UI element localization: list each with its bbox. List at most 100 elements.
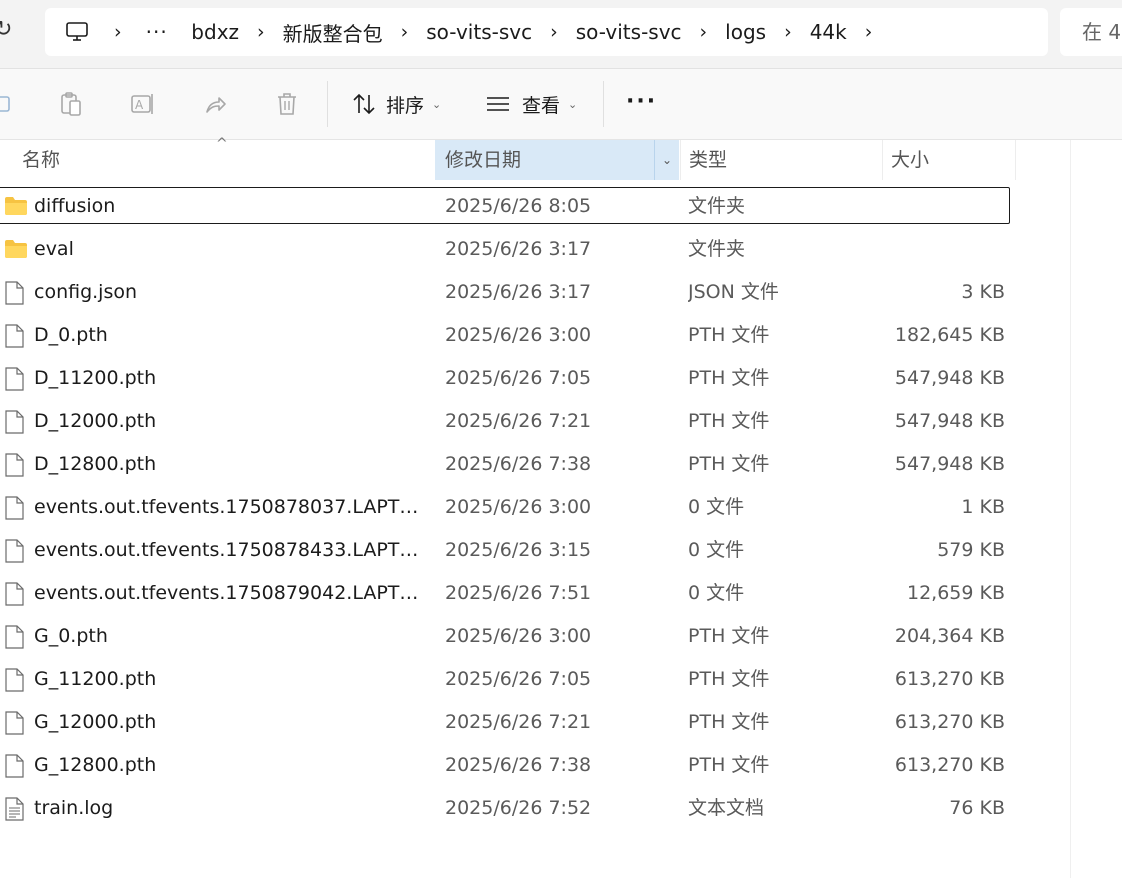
file-name: events.out.tfevents.1750878433.LAPTOP-D.… [34,539,426,561]
share-icon[interactable] [200,89,230,119]
file-date-modified: 2025/6/26 3:00 [445,324,592,346]
search-input[interactable]: 在 44 [1060,8,1122,56]
view-icon [486,95,510,113]
file-type: 0 文件 [688,496,745,518]
column-header-date[interactable]: 修改日期 ⌄ [435,140,679,180]
file-name: G_12800.pth [34,754,157,776]
command-bar: A 排序 ⌄ 查看 ⌄ ··· [0,69,1122,140]
file-row[interactable]: G_11200.pth 2025/6/26 7:05 PTH 文件 613,270 K… [0,659,1070,702]
paste-icon[interactable] [56,89,86,119]
refresh-icon[interactable]: ↻ [0,17,12,42]
chevron-right-icon[interactable]: › [682,21,726,43]
delete-icon[interactable] [272,89,302,119]
file-row[interactable]: D_0.pth 2025/6/26 3:00 PTH 文件 182,645 KB [0,315,1070,358]
address-region: ↻ › ··· › bdxz › 新版整合包 › so-vits-svc › s… [0,0,1122,69]
file-name: G_12000.pth [34,711,157,733]
file-size: 76 KB [949,797,1005,819]
file-type: PTH 文件 [688,625,770,647]
file-size: 204,364 KB [894,625,1005,647]
file-row[interactable]: events.out.tfevents.1750878433.LAPTOP-D.… [0,530,1070,573]
file-row[interactable]: diffusion 2025/6/26 8:05 文件夹 [0,186,1070,229]
breadcrumb-overflow[interactable]: ··· [146,20,168,44]
file-date-modified: 2025/6/26 7:05 [445,367,592,389]
file-name: G_0.pth [34,625,108,647]
view-button[interactable]: 查看 ⌄ [486,89,577,119]
file-size: 3 KB [961,281,1005,303]
breadcrumb-item[interactable]: 新版整合包 [283,18,383,47]
chevron-right-icon[interactable]: › [383,21,427,43]
file-date-modified: 2025/6/26 7:51 [445,582,592,604]
breadcrumb-item[interactable]: 44k [810,20,847,44]
file-row[interactable]: eval 2025/6/26 3:17 文件夹 [0,229,1070,272]
file-list: diffusion 2025/6/26 8:05 文件夹 eval 2025/6/26 … [0,186,1070,831]
breadcrumb-item[interactable]: so-vits-svc [426,20,532,44]
file-icon [4,324,28,348]
file-row[interactable]: D_11200.pth 2025/6/26 7:05 PTH 文件 547,948 K… [0,358,1070,401]
file-name: D_0.pth [34,324,108,346]
file-name: D_11200.pth [34,367,157,389]
copy-icon[interactable] [0,89,18,119]
file-row[interactable]: events.out.tfevents.1750879042.LAPTOP-D.… [0,573,1070,616]
file-row[interactable]: G_12800.pth 2025/6/26 7:38 PTH 文件 613,270 K… [0,745,1070,788]
file-icon [4,367,28,391]
file-row[interactable]: train.log 2025/6/26 7:52 文本文档 76 KB [0,788,1070,831]
chevron-right-icon[interactable]: › [239,21,283,43]
chevron-right-icon[interactable]: › [766,21,810,43]
file-row[interactable]: D_12800.pth 2025/6/26 7:38 PTH 文件 547,948 K… [0,444,1070,487]
svg-text:A: A [135,98,144,112]
column-header-row: ^ 名称 修改日期 ⌄ 类型 大小 [0,137,1070,180]
column-header-date-label: 修改日期 [445,149,522,171]
column-header-name[interactable]: 名称 [22,140,60,180]
file-row[interactable]: D_12000.pth 2025/6/26 7:21 PTH 文件 547,948 K… [0,401,1070,444]
file-size: 613,270 KB [894,668,1005,690]
breadcrumb-item[interactable]: so-vits-svc [576,20,682,44]
file-date-modified: 2025/6/26 7:38 [445,754,592,776]
file-type: PTH 文件 [688,668,770,690]
file-size: 1 KB [961,496,1005,518]
file-date-modified: 2025/6/26 8:05 [445,195,592,217]
more-options-button[interactable]: ··· [626,89,657,114]
file-row[interactable]: G_0.pth 2025/6/26 3:00 PTH 文件 204,364 KB [0,616,1070,659]
breadcrumb-item[interactable]: logs [725,20,766,44]
file-name: config.json [34,281,138,303]
chevron-right-icon[interactable]: › [532,21,576,43]
file-date-modified: 2025/6/26 7:21 [445,410,592,432]
chevron-right-icon[interactable]: › [847,21,891,43]
file-type: PTH 文件 [688,754,770,776]
address-bar[interactable]: › ··· › bdxz › 新版整合包 › so-vits-svc › so-… [45,8,1048,56]
file-date-modified: 2025/6/26 7:05 [445,668,592,690]
file-type: 文件夹 [688,195,746,217]
computer-icon[interactable] [65,20,89,44]
file-size: 613,270 KB [894,754,1005,776]
file-icon [4,582,28,606]
file-name: D_12800.pth [34,453,157,475]
file-size: 547,948 KB [894,367,1005,389]
file-date-modified: 2025/6/26 3:17 [445,238,592,260]
file-name: events.out.tfevents.1750878037.LAPTOP-D.… [34,496,426,518]
sort-button[interactable]: 排序 ⌄ [352,89,441,119]
file-row[interactable]: events.out.tfevents.1750878037.LAPTOP-D.… [0,487,1070,530]
breadcrumb-item[interactable]: bdxz [191,20,239,44]
file-name: eval [34,238,74,260]
file-type: 0 文件 [688,582,745,604]
file-icon [4,668,28,692]
file-date-modified: 2025/6/26 7:52 [445,797,592,819]
file-type: PTH 文件 [688,324,770,346]
toolbar-divider [327,81,328,127]
chevron-right-icon[interactable]: › [89,21,140,43]
column-header-type[interactable]: 类型 [680,140,882,180]
file-row[interactable]: config.json 2025/6/26 3:17 JSON 文件 3 KB [0,272,1070,315]
file-size: 579 KB [937,539,1005,561]
file-name: G_11200.pth [34,668,157,690]
file-icon [4,539,28,563]
folder-icon [4,238,28,262]
view-label: 查看 [522,94,561,117]
rename-icon[interactable]: A [128,89,158,119]
file-date-modified: 2025/6/26 7:38 [445,453,592,475]
text-file-icon [4,797,28,821]
file-date-modified: 2025/6/26 7:21 [445,711,592,733]
column-filter-dropdown-icon[interactable]: ⌄ [654,140,679,180]
column-header-size[interactable]: 大小 [882,140,1016,180]
file-name: D_12000.pth [34,410,157,432]
file-row[interactable]: G_12000.pth 2025/6/26 7:21 PTH 文件 613,270 K… [0,702,1070,745]
